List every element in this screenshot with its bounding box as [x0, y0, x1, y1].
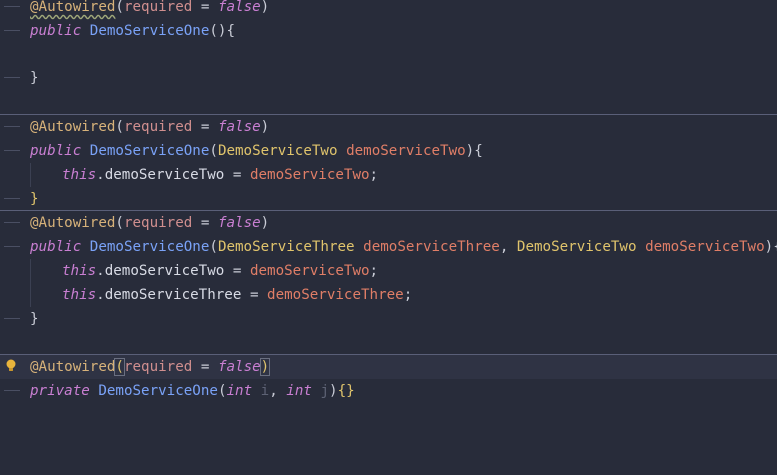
fold-marker-icon[interactable] — [4, 318, 20, 319]
code-line[interactable]: } — [0, 307, 777, 331]
fold-marker-icon[interactable] — [4, 126, 20, 127]
fold-marker-icon[interactable] — [4, 77, 20, 78]
lightbulb-icon[interactable] — [6, 359, 16, 372]
annotation: @Autowired — [30, 215, 116, 231]
code-line[interactable]: @Autowired(required = false) — [0, 211, 777, 235]
code-line-current[interactable]: @Autowired(required = false) — [0, 355, 777, 379]
constructor-name: DemoServiceOne — [89, 239, 210, 255]
constructor-name: DemoServiceOne — [89, 23, 210, 39]
annotation: @Autowired — [30, 0, 116, 15]
code-line[interactable]: this.demoServiceThree = demoServiceThree… — [0, 283, 777, 307]
indent-guide — [30, 259, 31, 307]
fold-marker-icon[interactable] — [4, 246, 20, 247]
code-line[interactable]: public DemoServiceOne(){ — [0, 19, 777, 43]
code-line[interactable]: public DemoServiceOne(DemoServiceTwo dem… — [0, 139, 777, 163]
indent-guide — [30, 163, 31, 187]
code-editor[interactable]: @Autowired(required = false) public Demo… — [0, 0, 777, 411]
annotation: @Autowired — [30, 119, 116, 135]
code-line[interactable]: @Autowired(required = false) — [0, 115, 777, 139]
code-line[interactable] — [0, 43, 777, 67]
fold-marker-icon[interactable] — [4, 30, 20, 31]
code-line[interactable]: public DemoServiceOne(DemoServiceThree d… — [0, 235, 777, 259]
code-line[interactable]: } — [0, 187, 777, 211]
code-line[interactable]: @Autowired(required = false) — [0, 0, 777, 19]
fold-marker-icon[interactable] — [4, 198, 20, 199]
fold-marker-icon[interactable] — [4, 6, 20, 7]
constructor-name: DemoServiceOne — [98, 383, 218, 399]
annotation: @Autowired — [30, 359, 116, 375]
constructor-name: DemoServiceOne — [89, 143, 210, 159]
code-line[interactable]: } — [0, 66, 777, 90]
code-line[interactable]: private DemoServiceOne(int i, int j){} — [0, 379, 777, 403]
code-line[interactable]: this.demoServiceTwo = demoServiceTwo; — [0, 259, 777, 283]
code-line[interactable]: this.demoServiceTwo = demoServiceTwo; — [0, 163, 777, 187]
fold-marker-icon[interactable] — [4, 222, 20, 223]
fold-marker-icon[interactable] — [4, 150, 20, 151]
fold-marker-icon[interactable] — [4, 390, 20, 391]
